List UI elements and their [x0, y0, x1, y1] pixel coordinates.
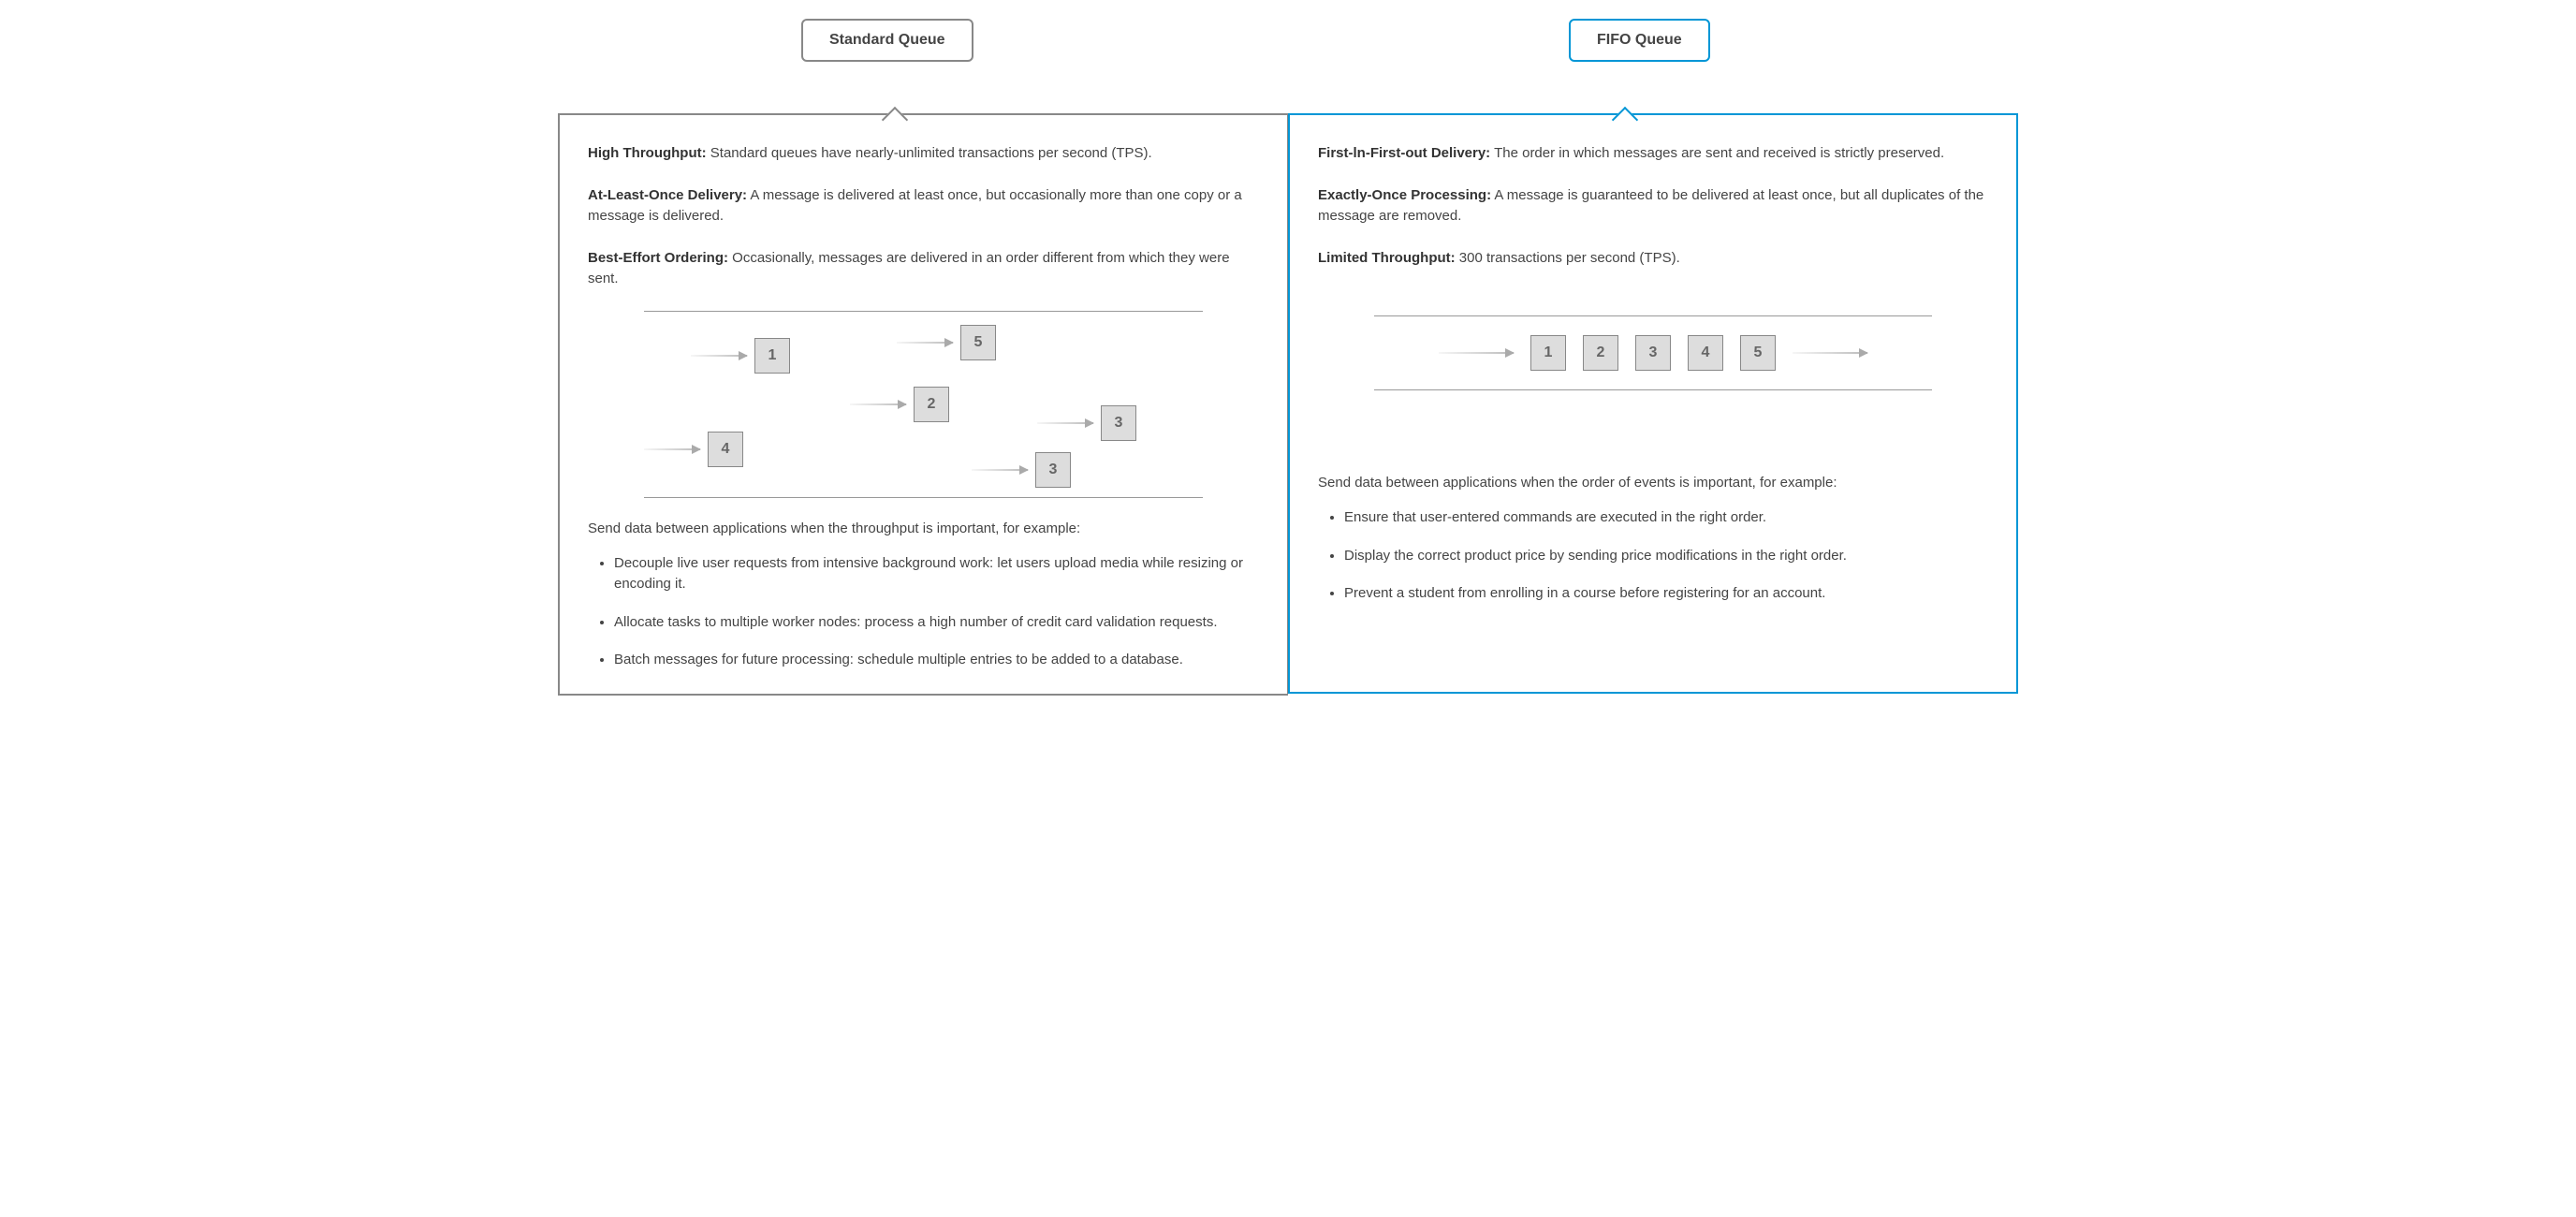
standard-queue-panel: High Throughput: Standard queues have ne…: [558, 113, 1288, 696]
standard-feature-throughput: High Throughput: Standard queues have ne…: [588, 143, 1259, 165]
message-box: 5: [1740, 335, 1776, 371]
fifo-diagram: 1 2 3 4 5: [1374, 315, 1932, 390]
fifo-examples-intro: Send data between applications when the …: [1318, 475, 1988, 491]
fifo-example-item: Prevent a student from enrolling in a co…: [1344, 583, 1988, 605]
message-box: 3: [1101, 405, 1136, 441]
fifo-feature-throughput: Limited Throughput: 300 transactions per…: [1318, 248, 1988, 270]
arrow-icon: [1793, 352, 1867, 354]
fifo-queue-column: FIFO Queue First-ln-First-out Delivery: …: [1288, 19, 2018, 696]
arrow-icon: [1439, 352, 1514, 354]
arrow-icon: [1037, 422, 1093, 424]
arrow-icon: [850, 403, 906, 405]
standard-msg-4: 4: [644, 432, 743, 467]
arrow-icon: [644, 448, 700, 450]
message-box: 1: [1530, 335, 1566, 371]
arrow-icon: [897, 342, 953, 344]
standard-queue-column: Standard Queue High Throughput: Standard…: [558, 19, 1288, 696]
message-box: 4: [1688, 335, 1723, 371]
fifo-queue-panel: First-ln-First-out Delivery: The order i…: [1288, 113, 2018, 694]
fifo-example-item: Display the correct product price by sen…: [1344, 546, 1988, 567]
arrow-icon: [972, 469, 1028, 471]
standard-example-item: Batch messages for future processing: sc…: [614, 650, 1259, 671]
message-box: 3: [1035, 452, 1071, 488]
standard-msg-3b: 3: [972, 452, 1071, 488]
fifo-example-item: Ensure that user-entered commands are ex…: [1344, 507, 1988, 529]
standard-msg-2: 2: [850, 387, 949, 422]
standard-feature-ordering: Best-Effort Ordering: Occasionally, mess…: [588, 248, 1259, 290]
standard-examples-list: Decouple live user requests from intensi…: [588, 553, 1259, 671]
standard-queue-tab[interactable]: Standard Queue: [801, 19, 973, 62]
fifo-feature-delivery: First-ln-First-out Delivery: The order i…: [1318, 143, 1988, 165]
message-box: 4: [708, 432, 743, 467]
message-box: 2: [914, 387, 949, 422]
standard-diagram: 1 5 2 3 4: [644, 311, 1203, 498]
message-box: 3: [1635, 335, 1671, 371]
arrow-icon: [691, 355, 747, 357]
message-box: 5: [960, 325, 996, 360]
message-box: 1: [754, 338, 790, 374]
standard-example-item: Decouple live user requests from intensi…: [614, 553, 1259, 595]
standard-example-item: Allocate tasks to multiple worker nodes:…: [614, 612, 1259, 634]
message-box: 2: [1583, 335, 1618, 371]
fifo-examples-list: Ensure that user-entered commands are ex…: [1318, 507, 1988, 605]
fifo-queue-tab[interactable]: FIFO Queue: [1569, 19, 1710, 62]
standard-msg-1: 1: [691, 338, 790, 374]
fifo-feature-processing: Exactly-Once Processing: A message is gu…: [1318, 185, 1988, 227]
standard-msg-5: 5: [897, 325, 996, 360]
standard-msg-3a: 3: [1037, 405, 1136, 441]
standard-feature-delivery: At-Least-Once Delivery: A message is del…: [588, 185, 1259, 227]
standard-examples-intro: Send data between applications when the …: [588, 521, 1259, 536]
